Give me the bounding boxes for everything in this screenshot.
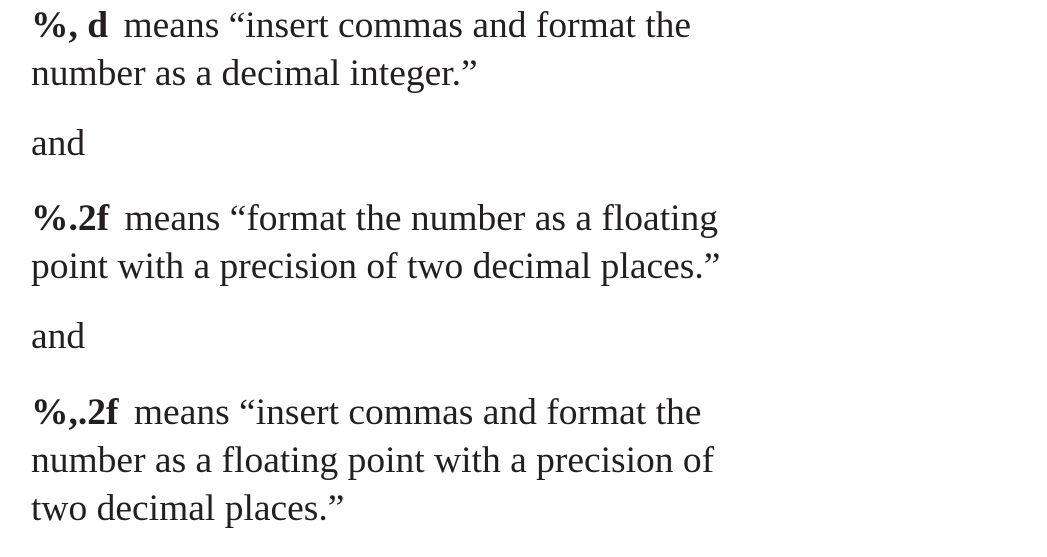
- definition-text: number as a decimal integer.”: [31, 53, 478, 94]
- definition-line: %, d means “insert commas and format the: [31, 2, 691, 50]
- definition-line: %,.2f means “insert commas and format th…: [31, 389, 714, 437]
- format-code: %, d: [31, 5, 109, 46]
- definition-text: two decimal places.”: [31, 488, 345, 529]
- format-code: %,.2f: [31, 392, 119, 433]
- definition-text: number as a floating point with a precis…: [31, 440, 715, 481]
- definition-text: means “format the number as a floating: [124, 198, 719, 239]
- definition-text: means “insert commas and format the: [123, 5, 692, 46]
- definition-text: point with a precision of two decimal pl…: [31, 246, 721, 287]
- definition-comma-d: %, d means “insert commas and format the…: [31, 2, 691, 98]
- connector-and: and: [31, 123, 86, 164]
- definition-text: means “insert commas and format the: [133, 392, 702, 433]
- format-code: %.2f: [31, 198, 110, 239]
- definition-comma-dot-2f: %,.2f means “insert commas and format th…: [31, 389, 714, 533]
- definition-dot-2f: %.2f means “format the number as a float…: [31, 195, 720, 291]
- connector-and: and: [31, 316, 86, 357]
- definition-line: %.2f means “format the number as a float…: [31, 195, 720, 243]
